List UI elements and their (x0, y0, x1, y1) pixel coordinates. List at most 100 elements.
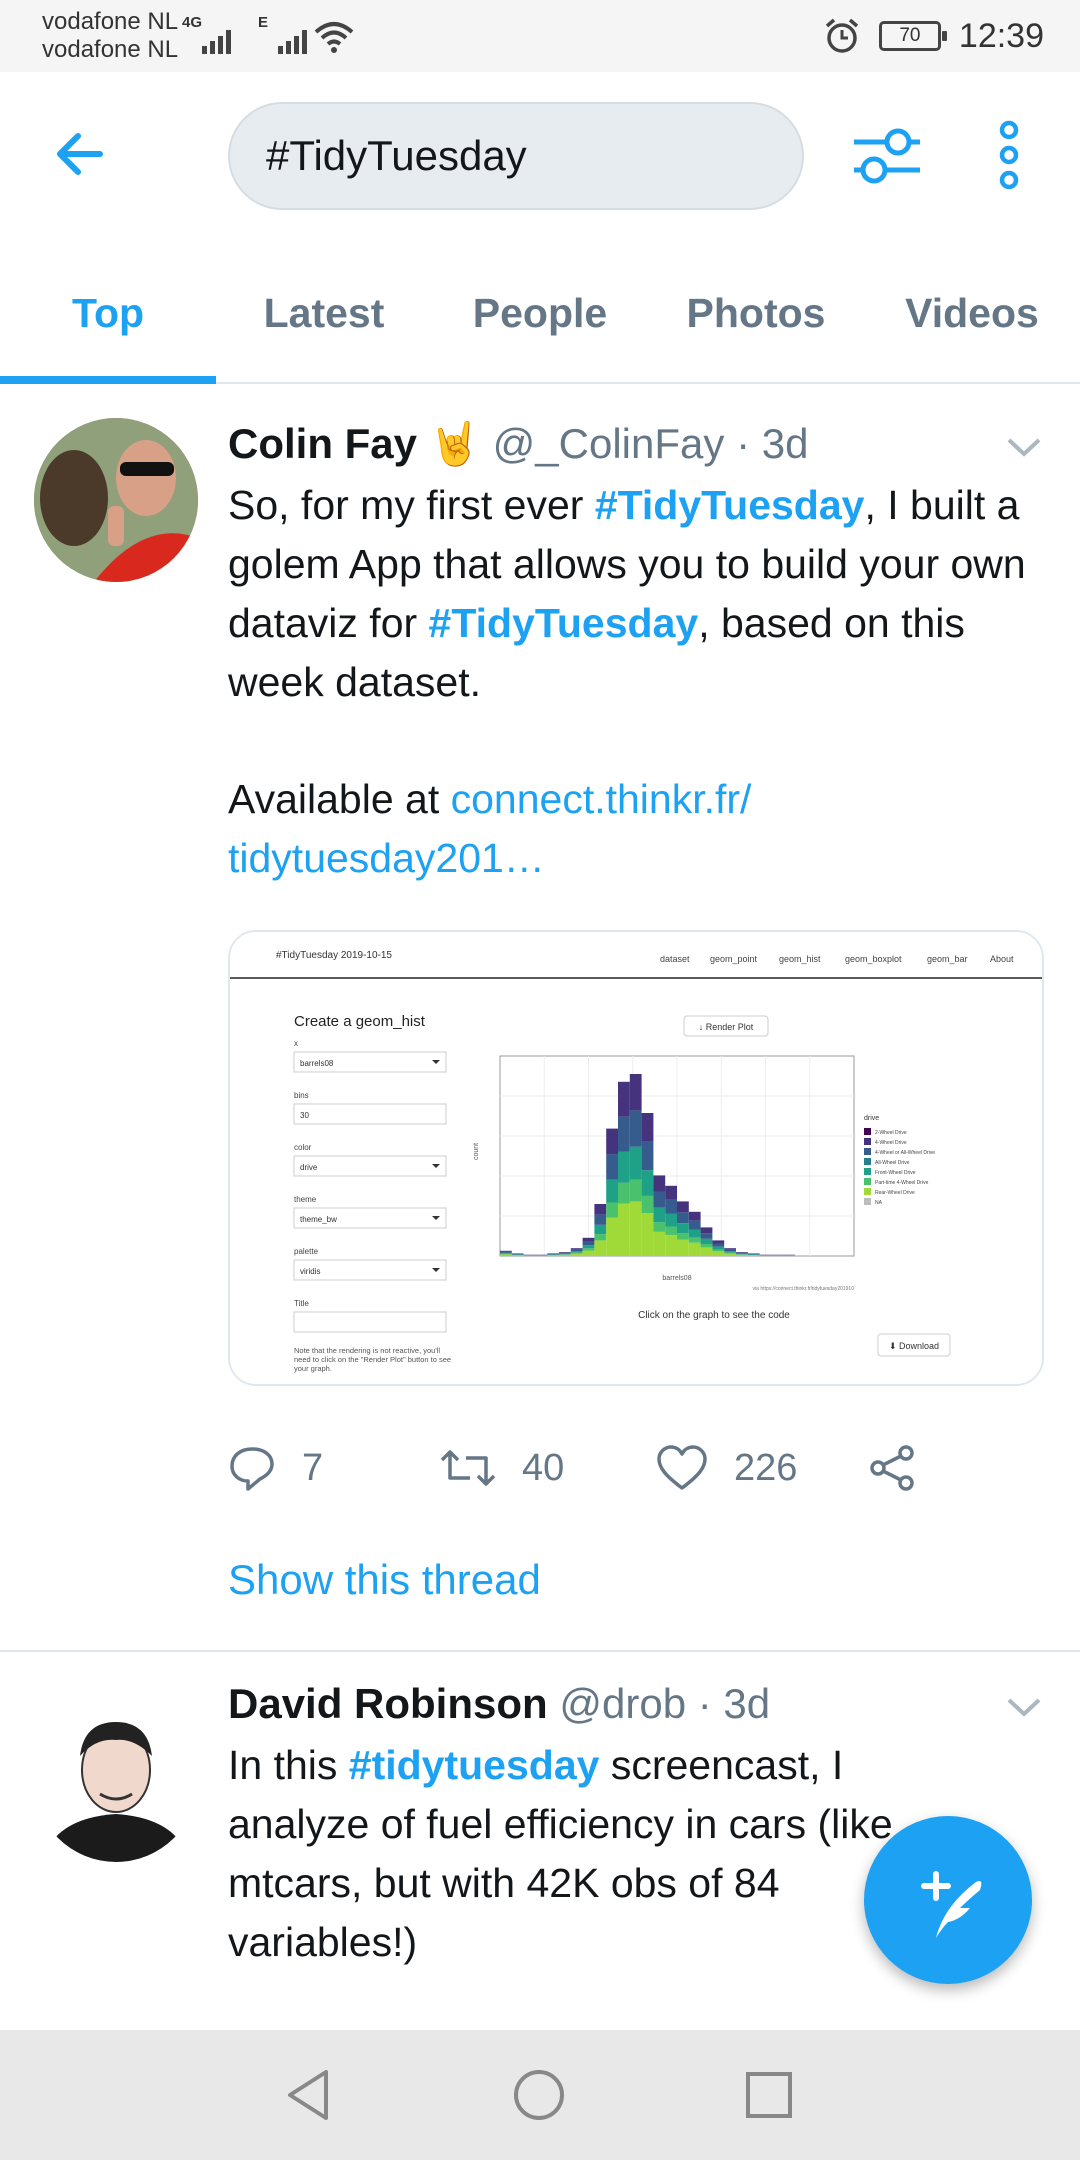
field-value: barrels08 (300, 1059, 334, 1068)
histogram-bar (606, 1179, 618, 1203)
legend-label: Front-Wheel Drive (875, 1170, 916, 1176)
legend-label: Rear-Wheel Drive (875, 1190, 915, 1196)
histogram-bar (700, 1247, 713, 1256)
histogram-bar (747, 1253, 760, 1255)
app-nav-link[interactable]: geom_hist (779, 954, 821, 964)
render-plot-button[interactable]: ↓ Render Plot (699, 1022, 754, 1032)
reply-button[interactable]: 7 (228, 1436, 323, 1500)
tweet-text-part: Available at (228, 776, 451, 822)
histogram-bar (594, 1214, 607, 1225)
histogram-bar (736, 1252, 748, 1253)
media-card[interactable]: #TidyTuesday 2019-10-15 dataset geom_poin… (228, 930, 1044, 1386)
histogram-bar (582, 1241, 595, 1246)
author-name[interactable]: Colin Fay (228, 420, 417, 467)
histogram-bar (724, 1253, 736, 1256)
nav-back-icon[interactable] (284, 2068, 332, 2122)
like-count: 226 (734, 1446, 798, 1489)
histogram-bar (570, 1249, 583, 1252)
app-nav-link[interactable]: About (990, 954, 1014, 964)
compose-feather-icon (921, 1871, 982, 1938)
legend-label: Part-time 4-Wheel Drive (875, 1180, 929, 1186)
compose-tweet-button[interactable] (864, 1816, 1032, 1984)
legend-swatch (864, 1138, 871, 1145)
histogram-bar (641, 1170, 654, 1196)
histogram-bar (712, 1251, 725, 1256)
share-button[interactable] (868, 1436, 916, 1500)
histogram-bar (606, 1202, 618, 1218)
histogram-bar (736, 1253, 748, 1255)
field-value: theme_bw (300, 1215, 337, 1224)
histogram-bar (641, 1213, 654, 1256)
histogram-bar (641, 1113, 654, 1142)
tweet-text-part: So, for my first ever (228, 482, 595, 528)
histogram-bar (629, 1146, 642, 1180)
histogram-bar (570, 1252, 583, 1254)
histogram-bar (559, 1253, 571, 1255)
text-input[interactable] (293, 1103, 447, 1125)
avatar[interactable] (34, 1698, 198, 1862)
nav-recents-icon[interactable] (744, 2070, 794, 2120)
app-nav-link[interactable]: dataset (660, 954, 690, 964)
histogram-bar (629, 1179, 642, 1202)
hashtag-link[interactable]: #TidyTuesday (595, 482, 865, 528)
author-name[interactable]: David Robinson (228, 1680, 548, 1727)
separator-dot: · (736, 420, 751, 467)
like-button[interactable]: 226 (656, 1436, 797, 1500)
chevron-down-icon[interactable] (1006, 1696, 1042, 1718)
url-link[interactable]: tidytuesday201… (228, 835, 545, 881)
legend-swatch (864, 1198, 871, 1205)
tweet-text-part: In this (228, 1742, 349, 1788)
histogram-bar (724, 1249, 736, 1252)
hashtag-link[interactable]: #tidytuesday (349, 1742, 600, 1788)
nav-home-icon[interactable] (512, 2068, 566, 2122)
show-thread-link[interactable]: Show this thread (228, 1556, 541, 1604)
histogram-bar (665, 1199, 677, 1214)
histogram-bar (677, 1212, 689, 1224)
legend-title: drive (864, 1115, 879, 1122)
histogram-bar (500, 1254, 512, 1256)
app-nav-link[interactable]: geom_boxplot (845, 954, 902, 964)
histogram-bar (653, 1231, 666, 1256)
separator-dot: · (697, 1680, 712, 1727)
rendering-note: Note that the rendering is not reactive,… (294, 1346, 452, 1373)
chevron-down-icon[interactable] (1006, 436, 1042, 458)
histogram-bar (665, 1226, 677, 1235)
app-nav-link[interactable]: geom_point (710, 954, 758, 964)
retweet-button[interactable]: 40 (440, 1436, 564, 1500)
hashtag-link[interactable]: #TidyTuesday (429, 600, 699, 646)
panel-title: Create a geom_hist (294, 1013, 426, 1030)
tweet-header: David Robinson @drob · 3d (228, 1680, 770, 1728)
legend-label: 4-Wheel or All-Wheel Drive (875, 1150, 935, 1156)
histogram-bar (559, 1254, 571, 1256)
histogram-bar (653, 1191, 666, 1208)
plot-x-label: barrels08 (662, 1275, 691, 1282)
legend-label: 2-Wheel Drive (875, 1130, 907, 1136)
histogram-bar (677, 1201, 689, 1213)
histogram-bar (653, 1222, 666, 1232)
tweet-colin-fay[interactable]: Colin Fay 🤘 @_ColinFay · 3d So, for my f… (0, 0, 1080, 1650)
histogram-bar (653, 1175, 666, 1192)
app-nav-link[interactable]: geom_bar (927, 954, 968, 964)
app-title: #TidyTuesday 2019-10-15 (276, 950, 392, 961)
histogram-bar (629, 1110, 642, 1147)
histogram-bar (724, 1251, 736, 1253)
author-handle[interactable]: @drob (559, 1680, 686, 1727)
text-input[interactable] (293, 1311, 447, 1333)
histogram-bar (594, 1240, 607, 1256)
histogram-bar (500, 1253, 512, 1255)
histogram-bar (582, 1245, 595, 1249)
reply-icon (230, 1447, 274, 1491)
histogram-bar (582, 1248, 595, 1251)
field-value: 30 (300, 1111, 309, 1120)
system-nav-bar (0, 2030, 1080, 2160)
legend-swatch (864, 1168, 871, 1175)
author-handle[interactable]: @_ColinFay (493, 420, 725, 467)
tweet-text-2: Available at connect.thinkr.fr/tidytuesd… (228, 770, 1048, 888)
tweet-text: So, for my first ever #TidyTuesday, I bu… (228, 476, 1048, 712)
url-link[interactable]: connect.thinkr.fr/ (451, 776, 752, 822)
histogram-bar (582, 1250, 595, 1256)
download-button[interactable]: ⬇ Download (889, 1341, 939, 1351)
avatar[interactable] (34, 418, 198, 582)
histogram-bar (500, 1252, 512, 1254)
histogram-bar (511, 1253, 524, 1255)
